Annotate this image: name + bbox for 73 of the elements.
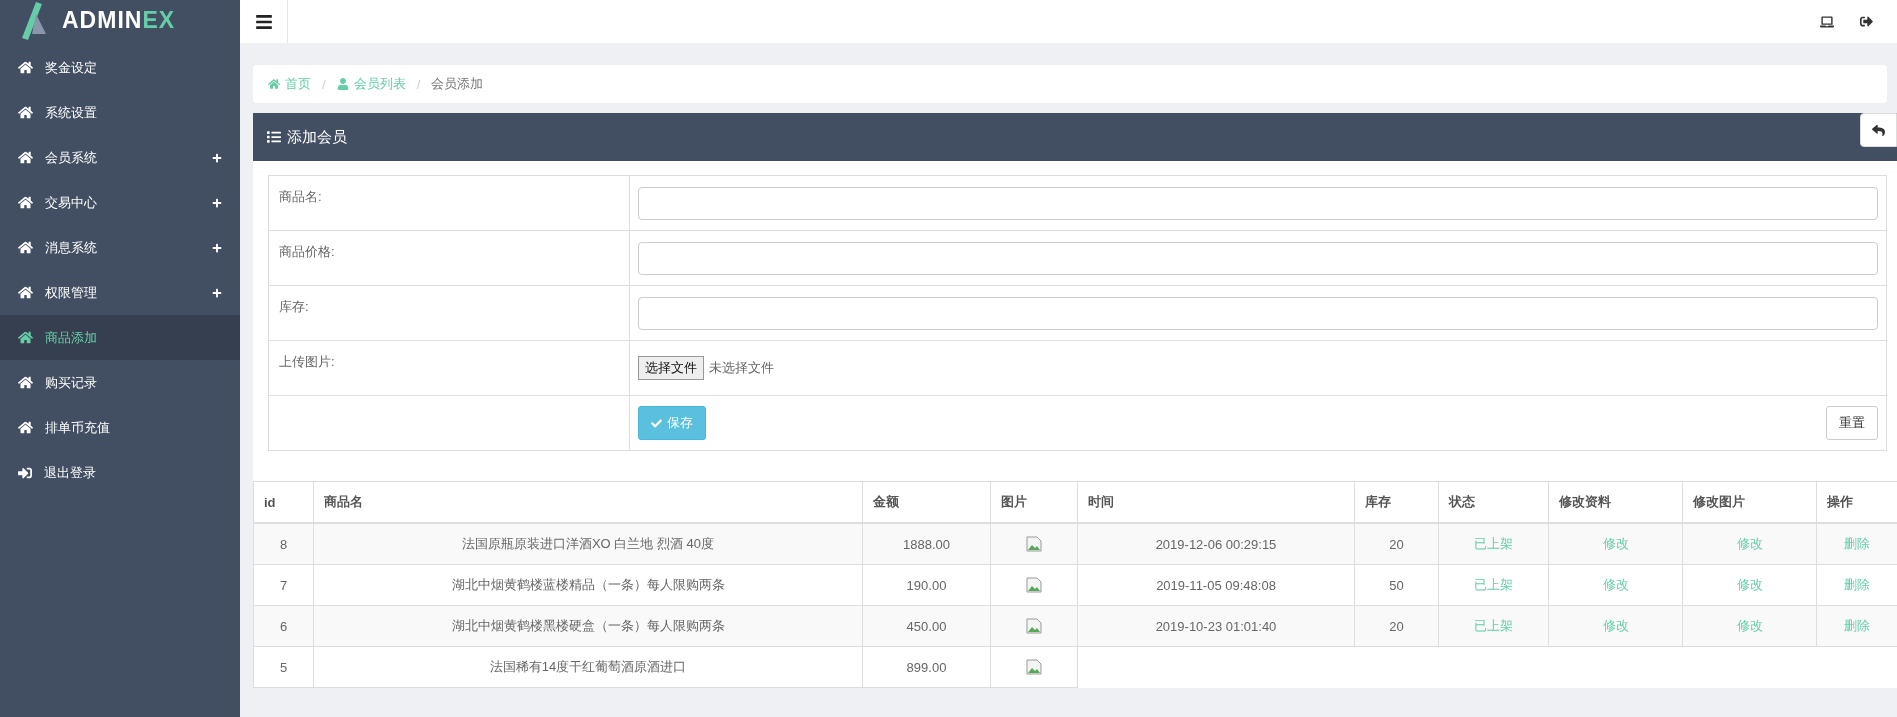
home-icon xyxy=(18,105,33,120)
home-icon xyxy=(268,78,280,90)
plus-icon[interactable] xyxy=(212,242,222,253)
check-icon xyxy=(651,417,662,429)
status-text: 已上架 xyxy=(1438,564,1549,606)
list-icon xyxy=(267,130,281,144)
choose-file-button[interactable]: 选择文件 xyxy=(638,356,704,380)
sidebar-item[interactable]: 排单币充值 xyxy=(0,405,240,450)
sidebar-item[interactable]: 购买记录 xyxy=(0,360,240,405)
table-cell: 5 xyxy=(253,646,314,688)
home-icon xyxy=(18,420,33,435)
table-cell: 899.00 xyxy=(862,646,991,688)
table-cell: 1888.00 xyxy=(862,523,991,565)
home-icon xyxy=(18,330,33,345)
form-label: 商品价格: xyxy=(268,230,630,286)
sidebar-item[interactable]: 会员系统 xyxy=(0,135,240,180)
laptop-icon[interactable] xyxy=(1820,14,1834,29)
sidebar-item[interactable]: 交易中心 xyxy=(0,180,240,225)
sign-in-icon xyxy=(18,465,32,480)
breadcrumb-text: 会员添加 xyxy=(431,75,484,93)
form-label: 上传图片: xyxy=(268,340,630,396)
table-cell: 6 xyxy=(253,605,314,647)
back-button[interactable] xyxy=(1860,113,1897,147)
user-icon xyxy=(336,78,349,90)
home-icon xyxy=(18,285,33,300)
input-field[interactable] xyxy=(638,296,1878,330)
table-cell: 2019-11-05 09:48:08 xyxy=(1077,564,1355,606)
breadcrumb-separator: / xyxy=(321,76,327,92)
sidebar-item[interactable]: 奖金设定 xyxy=(0,45,240,90)
form-label: 商品名: xyxy=(268,175,630,231)
table-cell: 法国稀有14度干红葡萄酒原酒进口 xyxy=(313,646,863,688)
table-cell: 50 xyxy=(1354,564,1439,606)
form-label: 库存: xyxy=(268,285,630,341)
broken-image-icon xyxy=(1026,536,1042,553)
reply-icon xyxy=(1872,123,1885,137)
sidebar-item[interactable]: 消息系统 xyxy=(0,225,240,270)
broken-image-icon xyxy=(1026,659,1042,676)
file-status: 未选择文件 xyxy=(709,360,774,375)
home-icon xyxy=(18,240,33,255)
sidebar-item[interactable]: 系统设置 xyxy=(0,90,240,135)
table-cell: 法国原瓶原装进口洋酒XO 白兰地 烈酒 40度 xyxy=(313,523,863,565)
table-cell: 450.00 xyxy=(862,605,991,647)
plus-icon[interactable] xyxy=(212,152,222,163)
home-icon xyxy=(18,60,33,75)
input-field[interactable] xyxy=(638,241,1878,275)
table-cell: 湖北中烟黄鹤楼蓝楼精品（一条）每人限购两条 xyxy=(313,564,863,606)
status-text: 已上架 xyxy=(1438,605,1549,647)
table-cell: 湖北中烟黄鹤楼黑楼硬盒（一条）每人限购两条 xyxy=(313,605,863,647)
menu-icon xyxy=(254,12,273,31)
table-cell: 20 xyxy=(1354,605,1439,647)
home-icon xyxy=(18,195,33,210)
table-cell: 2019-12-06 00:29:15 xyxy=(1077,523,1355,565)
table-cell: 2019-10-23 01:01:40 xyxy=(1077,605,1355,647)
sidebar-item[interactable]: 权限管理 xyxy=(0,270,240,315)
broken-image-icon xyxy=(1026,577,1042,594)
table-cell: 190.00 xyxy=(862,564,991,606)
table-cell: 20 xyxy=(1354,523,1439,565)
broken-image-icon xyxy=(1026,618,1042,635)
input-field[interactable] xyxy=(638,186,1878,220)
reset-button[interactable]: 重置 xyxy=(1826,406,1878,440)
breadcrumb-separator: / xyxy=(415,76,422,92)
logo-text: ADMINEX xyxy=(62,6,176,34)
sidebar-item[interactable]: 商品添加 xyxy=(0,315,240,360)
table-cell: 8 xyxy=(253,523,314,565)
plus-icon[interactable] xyxy=(212,287,222,298)
table-cell: 7 xyxy=(253,564,314,606)
status-text: 已上架 xyxy=(1438,523,1549,565)
plus-icon[interactable] xyxy=(212,197,222,208)
home-icon xyxy=(18,150,33,165)
sign-out-icon[interactable] xyxy=(1860,14,1873,28)
sidebar-item[interactable]: 退出登录 xyxy=(0,450,240,495)
home-icon xyxy=(18,375,33,390)
panel-title: 添加会员 xyxy=(287,127,347,147)
